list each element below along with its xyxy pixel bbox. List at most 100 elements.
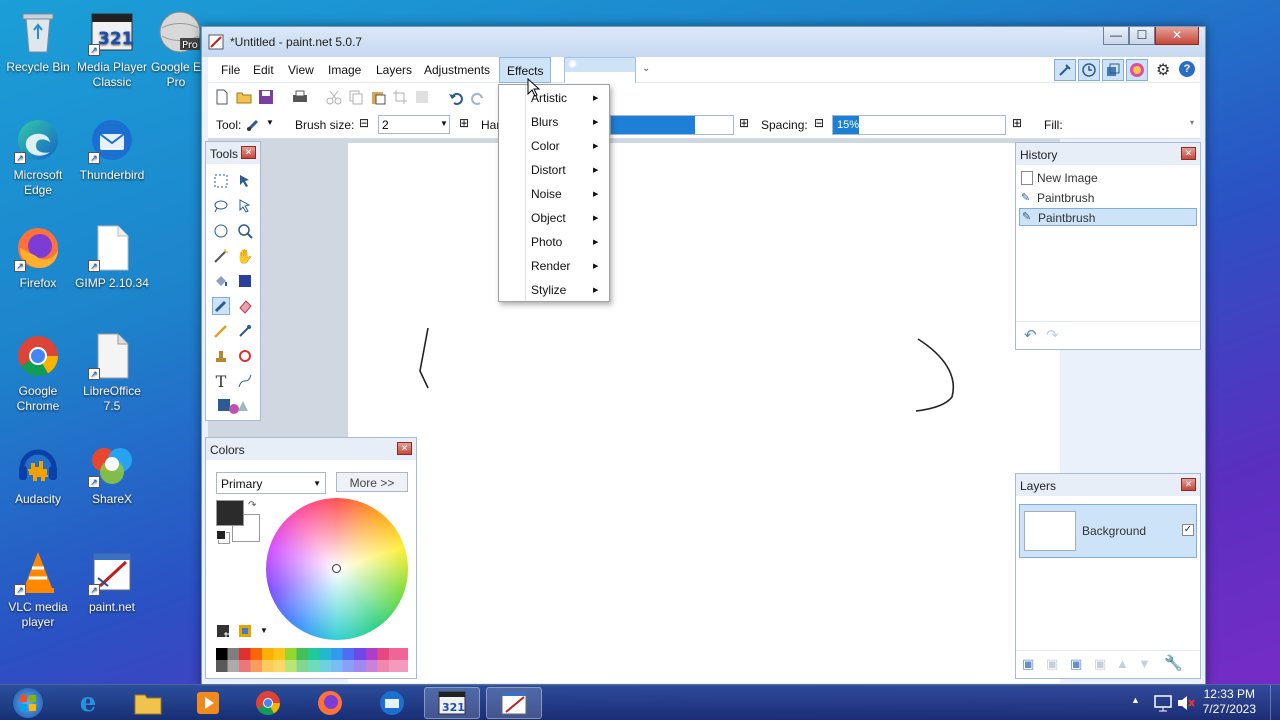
lasso-select-tool-icon[interactable] [212, 197, 230, 215]
history-toggle-icon[interactable] [1078, 59, 1100, 81]
history-item-paintbrush-selected[interactable]: ✎ Paintbrush [1019, 208, 1197, 226]
effects-menu-photo[interactable]: Photo [531, 235, 562, 249]
taskbar-thunderbird[interactable] [364, 687, 420, 719]
help-icon[interactable]: ? [1179, 61, 1195, 77]
effects-menu-noise[interactable]: Noise [531, 187, 562, 201]
close-button[interactable]: ✕ [1155, 27, 1199, 45]
desktop-icon-paintnet[interactable]: ↗ paint.net [74, 548, 150, 615]
menu-view[interactable]: View [288, 63, 314, 77]
show-desktop-button[interactable] [1270, 685, 1280, 720]
ellipse-select-tool-icon[interactable] [212, 222, 230, 240]
layer-row-background[interactable]: Background ✓ [1019, 504, 1197, 558]
effects-menu-color[interactable]: Color [531, 139, 560, 153]
move-layer-down-icon[interactable]: ▼ [1138, 656, 1151, 671]
taskbar-internet-explorer[interactable]: e [60, 687, 116, 719]
brush-size-increase-icon[interactable]: ⊞ [459, 116, 469, 130]
paintbrush-tool-icon[interactable] [246, 116, 262, 132]
history-undo-icon[interactable]: ↶ [1024, 326, 1037, 344]
show-hidden-icons-chevron-icon[interactable]: ▲ [1131, 695, 1140, 705]
zoom-tool-icon[interactable] [236, 222, 254, 240]
magic-wand-tool-icon[interactable] [212, 247, 230, 265]
crop-icon[interactable] [392, 89, 408, 105]
open-folder-icon[interactable] [236, 89, 252, 105]
desktop-icon-vlc[interactable]: ↗ VLC media player [0, 548, 76, 630]
save-icon[interactable] [258, 89, 274, 105]
volume-muted-icon[interactable] [1176, 694, 1196, 712]
menu-file[interactable]: File [221, 63, 240, 77]
shapes-tool-icon[interactable] [216, 397, 250, 415]
history-item-new-image[interactable]: New Image [1019, 169, 1197, 187]
move-layer-up-icon[interactable]: ▲ [1116, 656, 1129, 671]
desktop-icon-google-earth-pro[interactable]: Pro Google E Pro [148, 8, 204, 90]
gradient-tool-icon[interactable] [236, 272, 254, 290]
layers-panel-close-icon[interactable]: ✕ [1181, 478, 1196, 491]
rectangle-select-tool-icon[interactable] [212, 172, 230, 190]
menu-image[interactable]: Image [328, 63, 361, 77]
effects-menu-blurs[interactable]: Blurs [531, 115, 558, 129]
add-layer-icon[interactable]: ▣ [1022, 656, 1034, 672]
menu-adjustments[interactable]: Adjustments [424, 63, 490, 77]
spacing-slider[interactable]: 15% [832, 115, 1006, 135]
hardness-increase-icon[interactable]: ⊞ [739, 116, 749, 130]
taskbar-media-player-classic[interactable]: 321 [424, 687, 480, 719]
tools-panel-close-icon[interactable]: ✕ [241, 146, 256, 159]
toolbar-overflow-chevron-icon[interactable]: ▾ [1190, 118, 1194, 127]
paste-icon[interactable] [370, 89, 386, 105]
clone-stamp-tool-icon[interactable] [212, 347, 230, 365]
reset-colors-icon[interactable] [216, 530, 226, 540]
primary-color-swatch[interactable] [216, 500, 244, 526]
image-canvas[interactable] [348, 143, 1060, 683]
tool-chevron-down-icon[interactable]: ▼ [266, 118, 274, 127]
pan-tool-icon[interactable]: ✋ [236, 247, 254, 265]
paint-bucket-tool-icon[interactable] [212, 272, 230, 290]
palette-menu-icon[interactable] [238, 624, 254, 638]
desktop-icon-microsoft-edge[interactable]: ↗ Microsoft Edge [0, 116, 76, 198]
taskbar-firefox[interactable] [302, 687, 358, 719]
desktop-icon-libreoffice[interactable]: ↗ LibreOffice 7.5 [74, 332, 150, 414]
settings-gear-icon[interactable]: ⚙ [1156, 60, 1170, 80]
color-wheel[interactable] [266, 498, 408, 640]
colors-toggle-icon[interactable] [1126, 59, 1148, 81]
eraser-tool-icon[interactable] [236, 297, 254, 315]
layers-toggle-icon[interactable] [1102, 59, 1124, 81]
brush-size-chevron-down-icon[interactable]: ▼ [440, 119, 448, 128]
add-palette-color-icon[interactable] [216, 624, 232, 638]
desktop-icon-sharex[interactable]: ↗ ShareX [74, 440, 150, 507]
image-list-chevron-icon[interactable]: ⌄ [642, 63, 650, 74]
deselect-icon[interactable] [414, 89, 430, 105]
desktop-icon-gimp[interactable]: ↗ GIMP 2.10.34 [74, 224, 150, 291]
redo-icon[interactable] [470, 89, 486, 105]
taskbar-file-explorer[interactable] [120, 687, 176, 719]
desktop-icon-firefox[interactable]: ↗ Firefox [0, 224, 76, 291]
text-tool-icon[interactable]: T [212, 372, 230, 391]
desktop-icon-recycle-bin[interactable]: Recycle Bin [0, 8, 76, 75]
desktop-icon-thunderbird[interactable]: ↗ Thunderbird [74, 116, 150, 183]
effects-menu-object[interactable]: Object [531, 211, 566, 225]
colors-panel-close-icon[interactable]: ✕ [397, 442, 412, 455]
color-mode-select[interactable]: Primary ▼ [216, 472, 326, 494]
menu-edit[interactable]: Edit [253, 63, 274, 77]
move-selection-tool-icon[interactable] [236, 197, 254, 215]
taskbar-google-chrome[interactable] [240, 687, 296, 719]
system-clock[interactable]: 12:33 PM 7/27/2023 [1203, 687, 1256, 717]
new-file-icon[interactable] [214, 89, 230, 105]
line-curve-tool-icon[interactable] [236, 372, 254, 390]
minimize-button[interactable]: — [1103, 27, 1129, 45]
more-colors-button[interactable]: More >> [336, 472, 408, 492]
pencil-tool-icon[interactable] [212, 322, 230, 340]
effects-menu-distort[interactable]: Distort [531, 163, 566, 177]
maximize-button[interactable]: ☐ [1129, 27, 1155, 45]
color-palette-strip[interactable] [216, 648, 408, 672]
layer-properties-wrench-icon[interactable]: 🔧 [1164, 654, 1183, 672]
desktop-icon-audacity[interactable]: Audacity [0, 440, 76, 507]
history-redo-icon[interactable]: ↷ [1046, 326, 1059, 344]
effects-menu-render[interactable]: Render [531, 259, 570, 273]
title-bar[interactable]: *Untitled - paint.net 5.0.7 — ☐ ✕ [202, 27, 1205, 57]
undo-icon[interactable] [448, 89, 464, 105]
paintnet-window[interactable]: *Untitled - paint.net 5.0.7 — ☐ ✕ File E… [201, 26, 1206, 686]
spacing-decrease-icon[interactable]: ⊟ [814, 116, 824, 130]
copy-icon[interactable] [348, 89, 364, 105]
palette-chevron-down-icon[interactable]: ▼ [260, 626, 268, 635]
spacing-increase-icon[interactable]: ⊞ [1012, 116, 1022, 130]
menu-layers[interactable]: Layers [376, 63, 412, 77]
